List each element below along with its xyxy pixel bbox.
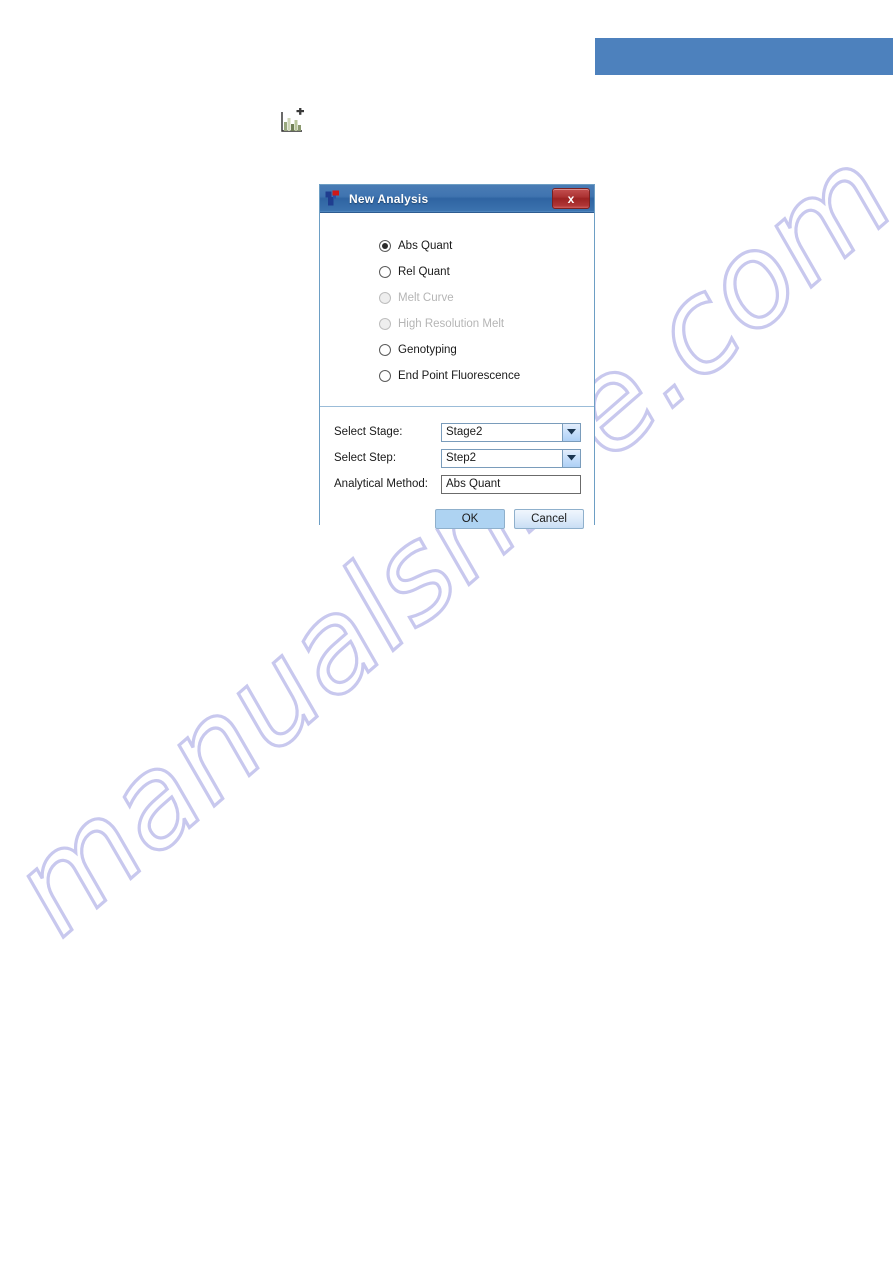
radio-mark-icon	[379, 344, 391, 356]
radio-genotyping[interactable]: Genotyping	[320, 337, 594, 363]
radio-label: Abs Quant	[398, 240, 453, 252]
close-icon[interactable]: x	[552, 188, 590, 209]
select-step-label: Select Step:	[334, 452, 397, 464]
watermark: manualshive.com	[0, 119, 893, 964]
radio-high-resolution-melt: High Resolution Melt	[320, 311, 594, 337]
analysis-settings-form: Select Stage: Stage2 Select Step: Step2	[320, 407, 594, 529]
radio-label: High Resolution Melt	[398, 318, 505, 330]
new-analysis-dialog: New Analysis x Abs Quant Rel Quant Melt …	[319, 184, 595, 529]
analytical-method-label: Analytical Method:	[334, 478, 428, 490]
radio-label: Genotyping	[398, 344, 457, 356]
analytical-method-field[interactable]: Abs Quant	[441, 474, 581, 494]
chevron-down-icon[interactable]	[562, 449, 580, 467]
select-step-dropdown[interactable]: Step2	[441, 448, 581, 468]
radio-label: End Point Fluorescence	[398, 370, 521, 382]
select-step-row: Select Step: Step2	[320, 445, 594, 471]
select-stage-row: Select Stage: Stage2	[320, 419, 594, 445]
select-stage-label: Select Stage:	[334, 426, 403, 438]
cancel-button[interactable]: Cancel	[514, 509, 584, 529]
analysis-type-group: Abs Quant Rel Quant Melt Curve High Reso…	[320, 213, 594, 407]
dialog-button-row: OK Cancel	[320, 497, 594, 529]
radio-rel-quant[interactable]: Rel Quant	[320, 259, 594, 285]
select-stage-value: Stage2	[446, 426, 483, 438]
select-stage-dropdown[interactable]: Stage2	[441, 422, 581, 442]
new-analysis-chart-icon[interactable]	[277, 107, 307, 138]
radio-abs-quant[interactable]: Abs Quant	[320, 233, 594, 259]
dialog-titlebar[interactable]: New Analysis x	[320, 185, 594, 213]
radio-melt-curve: Melt Curve	[320, 285, 594, 311]
radio-label: Melt Curve	[398, 292, 454, 304]
page-background: manualshive.com New Analysis x Abs Quant…	[0, 0, 893, 1263]
radio-mark-icon	[379, 240, 391, 252]
chart-plus-glyph	[281, 107, 304, 132]
radio-label: Rel Quant	[398, 266, 450, 278]
radio-mark-icon	[379, 318, 391, 330]
chevron-down-icon[interactable]	[562, 423, 580, 441]
analysis-app-icon	[325, 190, 339, 206]
dialog-title: New Analysis	[349, 191, 429, 206]
header-banner	[595, 38, 893, 75]
analytical-method-row: Analytical Method: Abs Quant	[320, 471, 594, 497]
ok-button[interactable]: OK	[435, 509, 505, 529]
radio-mark-icon	[379, 370, 391, 382]
select-step-value: Step2	[446, 452, 477, 464]
radio-end-point-fluorescence[interactable]: End Point Fluorescence	[320, 363, 594, 389]
radio-mark-icon	[379, 292, 391, 304]
radio-mark-icon	[379, 266, 391, 278]
